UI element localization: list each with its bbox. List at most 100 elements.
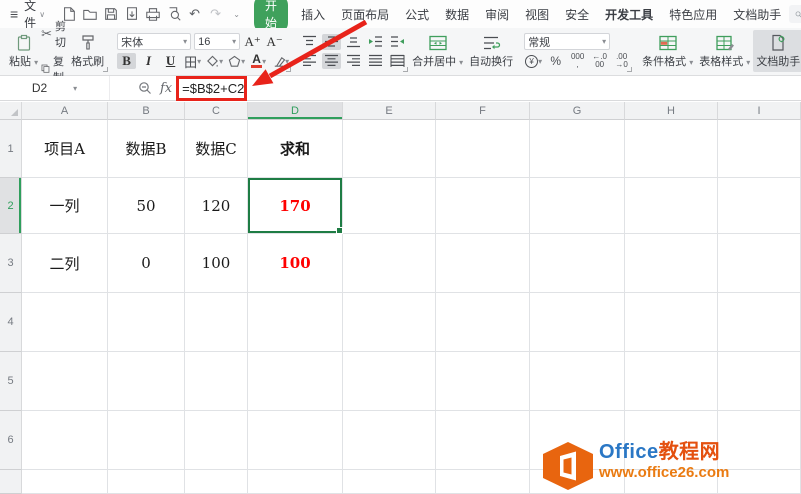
undo-button[interactable]: ↶ <box>185 5 204 24</box>
col-header-C[interactable]: C <box>185 102 248 120</box>
tab-doc-assistant[interactable]: 文档助手 <box>725 6 789 23</box>
cell-D4[interactable] <box>248 293 343 352</box>
cell-D6[interactable] <box>248 411 343 470</box>
cell-B6[interactable] <box>108 411 185 470</box>
number-dialog-launcher[interactable] <box>627 67 632 72</box>
cell-D3[interactable]: 100 <box>248 234 343 293</box>
doc-assistant-button[interactable]: 文档助手 <box>753 30 801 72</box>
font-size-select[interactable]: 16▾ <box>194 33 240 50</box>
increase-indent-button[interactable] <box>388 34 407 50</box>
cell-I4[interactable] <box>718 293 801 352</box>
cell-E1[interactable] <box>343 120 436 178</box>
cell-G5[interactable] <box>530 352 625 411</box>
export-button[interactable] <box>122 5 141 24</box>
cell-H4[interactable] <box>625 293 718 352</box>
cell-C5[interactable] <box>185 352 248 411</box>
bold-button[interactable]: B <box>117 53 136 69</box>
alignment-dialog-launcher[interactable] <box>403 67 408 72</box>
tab-view[interactable]: 视图 <box>517 6 557 23</box>
select-all-corner[interactable] <box>0 102 22 120</box>
row-header-5[interactable]: 5 <box>0 352 22 411</box>
tab-special-apps[interactable]: 特色应用 <box>661 6 725 23</box>
tab-developer[interactable]: 开发工具 <box>597 6 661 23</box>
cell-D1[interactable]: 求和 <box>248 120 343 178</box>
name-box[interactable]: D2 ▾ <box>0 76 110 100</box>
shape-style-button[interactable]: ▾ <box>227 53 246 69</box>
justify-button[interactable] <box>366 53 385 69</box>
open-button[interactable] <box>80 5 99 24</box>
cell-B4[interactable] <box>108 293 185 352</box>
align-right-button[interactable] <box>344 53 363 69</box>
cell-D7[interactable] <box>248 470 343 494</box>
row-header-1[interactable]: 1 <box>0 120 22 178</box>
cell-E6[interactable] <box>343 411 436 470</box>
cell-E7[interactable] <box>343 470 436 494</box>
cell-A5[interactable] <box>22 352 108 411</box>
cell-F5[interactable] <box>436 352 530 411</box>
cell-H5[interactable] <box>625 352 718 411</box>
row-header-4[interactable]: 4 <box>0 293 22 352</box>
cell-G4[interactable] <box>530 293 625 352</box>
cell-F4[interactable] <box>436 293 530 352</box>
print-preview-button[interactable] <box>164 5 183 24</box>
format-painter-button[interactable]: 格式刷 <box>68 33 107 70</box>
cell-B3[interactable]: 0 <box>108 234 185 293</box>
save-button[interactable] <box>101 5 120 24</box>
number-format-select[interactable]: 常规▾ <box>524 33 610 50</box>
hamburger-icon[interactable]: ≡ <box>10 6 18 22</box>
tab-formulas[interactable]: 公式 <box>397 6 437 23</box>
col-header-F[interactable]: F <box>436 102 530 120</box>
col-header-D[interactable]: D <box>248 102 343 120</box>
cell-A1[interactable]: 项目A <box>22 120 108 178</box>
percent-button[interactable]: % <box>546 53 565 69</box>
tab-insert[interactable]: 插入 <box>293 6 333 23</box>
cell-F2[interactable] <box>436 178 530 234</box>
cell-A7[interactable] <box>22 470 108 494</box>
redo-button[interactable]: ↷ <box>206 5 225 24</box>
cell-B1[interactable]: 数据B <box>108 120 185 178</box>
col-header-I[interactable]: I <box>718 102 801 120</box>
paste-button[interactable]: 粘贴 ▾ <box>6 33 41 70</box>
search-input[interactable]: 监视 <box>789 5 801 23</box>
tab-security[interactable]: 安全 <box>557 6 597 23</box>
cell-I5[interactable] <box>718 352 801 411</box>
cell-H2[interactable] <box>625 178 718 234</box>
thousands-separator-button[interactable]: 000, <box>568 53 587 69</box>
qat-more-button[interactable]: ⌄ <box>227 5 246 24</box>
cell-D2[interactable]: 170 <box>248 178 343 234</box>
increase-font-button[interactable]: A⁺ <box>243 34 262 50</box>
merge-center-button[interactable]: 合并居中 ▾ <box>409 30 466 72</box>
tab-data[interactable]: 数据 <box>437 6 477 23</box>
row-header-2[interactable]: 2 <box>0 178 22 234</box>
cell-I3[interactable] <box>718 234 801 293</box>
cell-B2[interactable]: 50 <box>108 178 185 234</box>
cell-C7[interactable] <box>185 470 248 494</box>
cell-G3[interactable] <box>530 234 625 293</box>
cell-F1[interactable] <box>436 120 530 178</box>
table-style-button[interactable]: 表格样式 ▾ <box>696 30 753 72</box>
col-header-H[interactable]: H <box>625 102 718 120</box>
cell-F3[interactable] <box>436 234 530 293</box>
fill-color-button[interactable]: ▾ <box>205 53 224 69</box>
underline-button[interactable]: U <box>161 53 180 69</box>
align-top-button[interactable] <box>300 34 319 50</box>
tab-page-layout[interactable]: 页面布局 <box>333 6 397 23</box>
row-header-3[interactable]: 3 <box>0 234 22 293</box>
wrap-text-button[interactable]: 自动换行 <box>466 30 516 72</box>
increase-decimal-button[interactable]: ←.000 <box>590 53 609 69</box>
currency-button[interactable]: ¥▾ <box>524 53 543 69</box>
cell-I1[interactable] <box>718 120 801 178</box>
italic-button[interactable]: I <box>139 53 158 69</box>
align-center-button[interactable] <box>322 53 341 69</box>
cell-C1[interactable]: 数据C <box>185 120 248 178</box>
zoom-formula-icon[interactable] <box>138 81 152 95</box>
tab-review[interactable]: 审阅 <box>477 6 517 23</box>
cell-E5[interactable] <box>343 352 436 411</box>
decrease-font-button[interactable]: A⁻ <box>265 34 284 50</box>
decrease-indent-button[interactable] <box>366 34 385 50</box>
borders-button[interactable]: 田▾ <box>183 53 202 69</box>
cell-A6[interactable] <box>22 411 108 470</box>
cell-G1[interactable] <box>530 120 625 178</box>
cell-E4[interactable] <box>343 293 436 352</box>
col-header-E[interactable]: E <box>343 102 436 120</box>
